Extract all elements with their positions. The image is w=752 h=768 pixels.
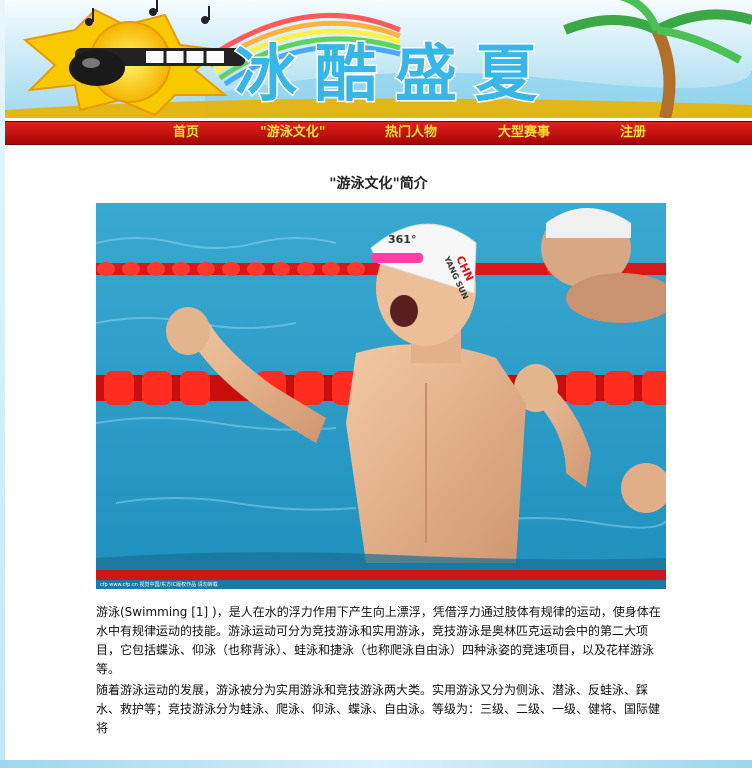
nav-swimming-culture[interactable]: "游泳文化" [260, 122, 326, 144]
swimmer-photo: 361° CHN YANG SUN cfp www.cfp.cn 视觉中国/东方… [96, 203, 666, 589]
nav-major-events[interactable]: 大型赛事 [498, 122, 550, 144]
photo-watermark: cfp www.cfp.cn 视觉中国/东方IC版权作品 请勿转载 [100, 581, 218, 588]
cap-text: 361° [388, 233, 416, 246]
banner-title: 冰酷盛夏 [235, 37, 555, 110]
page-footer-strip [0, 760, 752, 768]
nav-popular-people[interactable]: 热门人物 [385, 122, 437, 144]
site-banner: 冰酷盛夏 [5, 0, 752, 118]
nav-home[interactable]: 首页 [173, 122, 199, 144]
page-container: 冰酷盛夏 首页 "游泳文化" 热门人物 大型赛事 注册 "游泳文化"简介 361… [5, 0, 752, 760]
article-paragraph-2: 随着游泳运动的发展，游泳被分为实用游泳和竞技游泳两大类。实用游泳又分为侧泳、潜泳… [96, 683, 661, 735]
article-paragraph-1: 游泳(Swimming [1] )，是人在水的浮力作用下产生向上漂浮，凭借浮力通… [96, 605, 661, 676]
article-title: "游泳文化"简介 [329, 176, 428, 192]
article-photo: 361° CHN YANG SUN cfp www.cfp.cn 视觉中国/东方… [96, 203, 666, 589]
main-nav: 首页 "游泳文化" 热门人物 大型赛事 注册 [5, 121, 752, 145]
nav-register[interactable]: 注册 [620, 122, 646, 144]
banner-art: 冰酷盛夏 [5, 0, 752, 118]
